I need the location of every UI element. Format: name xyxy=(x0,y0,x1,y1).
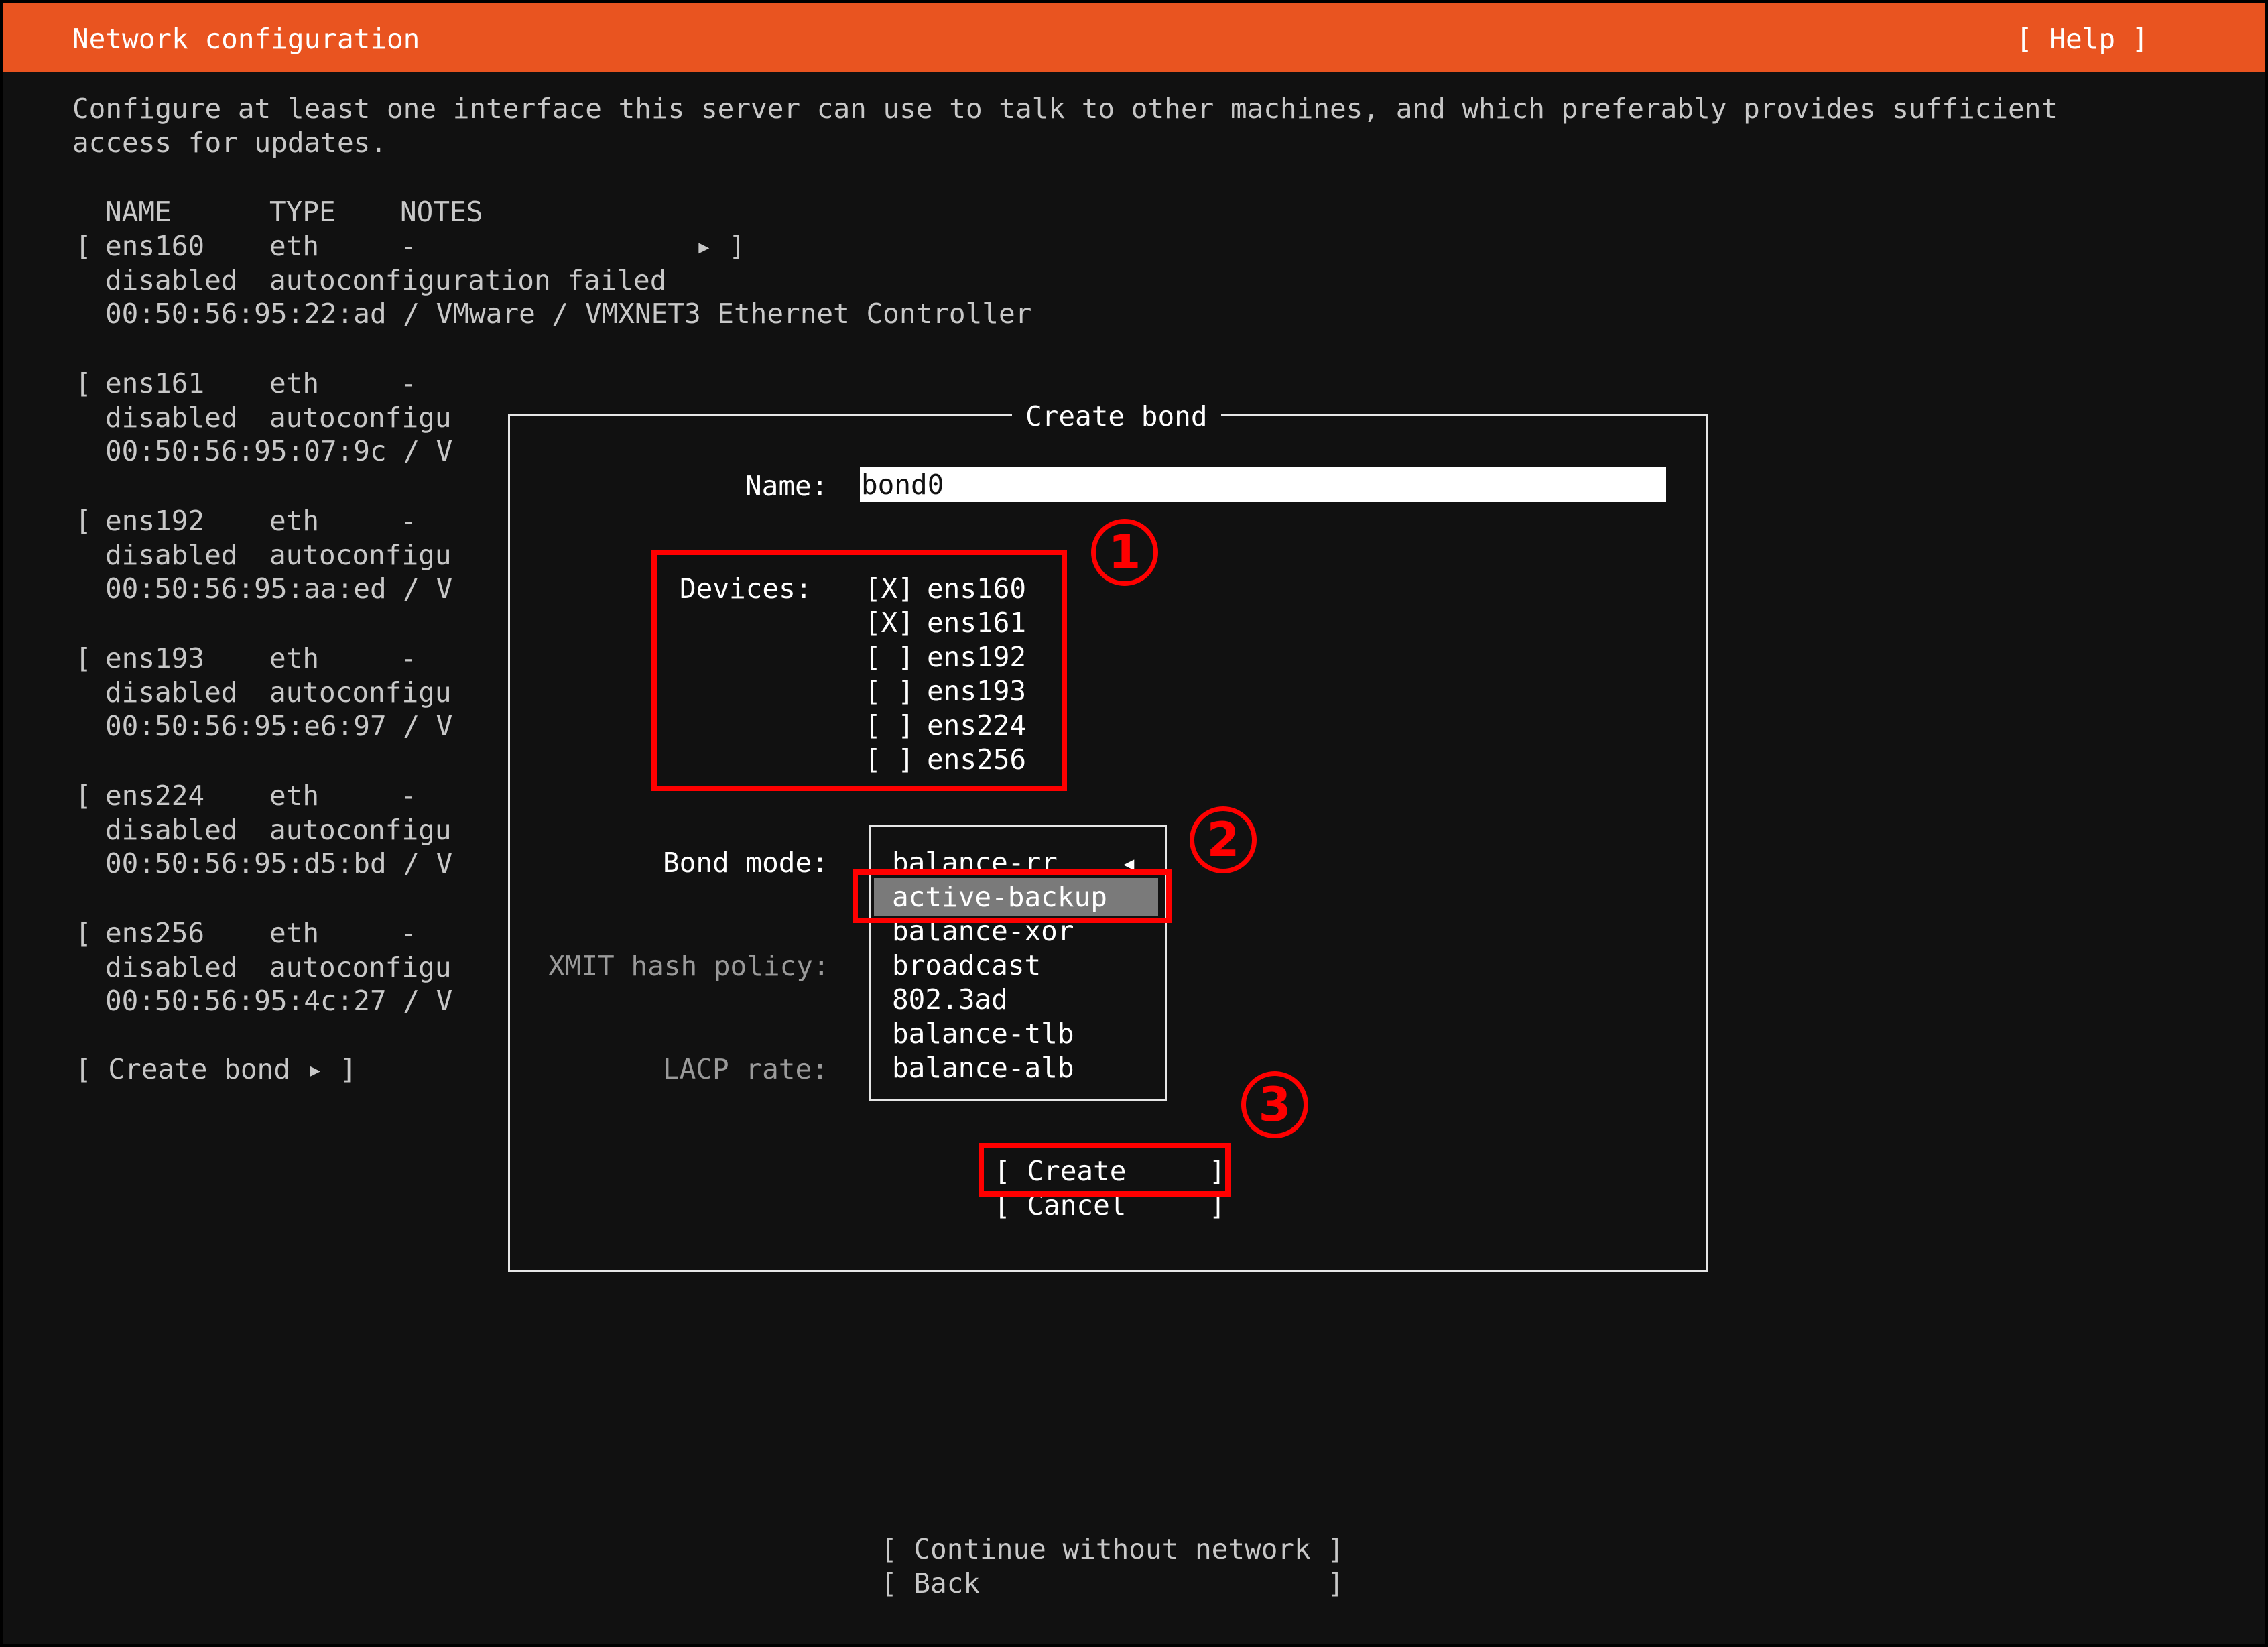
interface-type: eth xyxy=(269,642,320,674)
interface-mac: 00:50:56:95:07:9c / V xyxy=(105,435,453,467)
interface-notes: - xyxy=(400,917,417,949)
interface-notes: - xyxy=(400,367,417,400)
interface-mac: 00:50:56:95:d5:bd / V xyxy=(105,847,453,879)
interface-name: ens256 xyxy=(105,917,205,949)
dropdown-option-balance-alb[interactable]: balance-alb xyxy=(892,1051,1074,1085)
interface-state: disabled xyxy=(105,402,238,434)
callout-2-icon: 2 xyxy=(1190,806,1257,873)
bond-mode-label: Bond mode: xyxy=(663,847,828,879)
interface-status: autoconfigu xyxy=(269,676,452,709)
row-bracket: [ xyxy=(75,230,92,262)
interface-state: disabled xyxy=(105,676,238,709)
create-bond-button[interactable]: [ Create bond ▸ ] xyxy=(75,1052,357,1087)
interface-state: disabled xyxy=(105,264,238,296)
column-header-type: TYPE xyxy=(269,196,336,228)
continue-without-network-button[interactable]: [ Continue without network ] xyxy=(881,1532,1344,1567)
lacp-rate-label: LACP rate: xyxy=(663,1053,828,1085)
interface-status: autoconfigu xyxy=(269,402,452,434)
row-bracket: [ xyxy=(75,367,92,400)
column-header-notes: NOTES xyxy=(400,196,483,228)
callout-1-icon: 1 xyxy=(1091,519,1158,586)
row-bracket: [ xyxy=(75,780,92,812)
interface-type: eth xyxy=(269,505,320,537)
dropdown-option-802-3ad[interactable]: 802.3ad xyxy=(892,983,1008,1017)
callout-3-icon: 3 xyxy=(1241,1071,1308,1138)
interface-mac: 00:50:56:95:22:ad / VMware / VMXNET3 Eth… xyxy=(105,298,1032,330)
column-header-name: NAME xyxy=(105,196,172,228)
help-button[interactable]: [ Help ] xyxy=(2016,22,2148,56)
interface-status: autoconfigu xyxy=(269,951,452,983)
dialog-title: Create bond xyxy=(1012,400,1221,434)
row-bracket: [ xyxy=(75,917,92,949)
back-button[interactable]: [ Back ] xyxy=(881,1567,1344,1601)
interface-type: eth xyxy=(269,917,320,949)
annotation-box-create xyxy=(979,1143,1231,1197)
interface-name: ens193 xyxy=(105,642,205,674)
row-bracket: [ xyxy=(75,642,92,674)
interface-notes: - xyxy=(400,505,417,537)
dropdown-option-balance-tlb[interactable]: balance-tlb xyxy=(892,1017,1074,1051)
row-menu-arrow-icon[interactable]: ▸ ] xyxy=(696,229,745,263)
interface-state: disabled xyxy=(105,814,238,846)
interface-state: disabled xyxy=(105,539,238,571)
interface-status: autoconfiguration failed xyxy=(269,264,667,296)
interface-name: ens161 xyxy=(105,367,205,400)
intro-line-1: Configure at least one interface this se… xyxy=(72,93,2058,125)
row-bracket: [ xyxy=(75,505,92,537)
dropdown-option-broadcast[interactable]: broadcast xyxy=(892,949,1041,983)
interface-mac: 00:50:56:95:aa:ed / V xyxy=(105,572,453,605)
interface-name: ens224 xyxy=(105,780,205,812)
interface-mac: 00:50:56:95:4c:27 / V xyxy=(105,985,453,1017)
interface-notes: - xyxy=(400,642,417,674)
interface-status: autoconfigu xyxy=(269,539,452,571)
page-title: Network configuration xyxy=(72,23,420,55)
interface-status: autoconfigu xyxy=(269,814,452,846)
interface-name: ens192 xyxy=(105,505,205,537)
interface-name: ens160 xyxy=(105,230,205,262)
interface-state: disabled xyxy=(105,951,238,983)
interface-notes: - xyxy=(400,230,417,262)
header-bar: Network configuration [ Help ] xyxy=(3,3,2265,72)
interface-notes: - xyxy=(400,780,417,812)
interface-type: eth xyxy=(269,780,320,812)
interface-mac: 00:50:56:95:e6:97 / V xyxy=(105,710,453,742)
annotation-box-devices xyxy=(651,550,1067,791)
xmit-hash-policy-label: XMIT hash policy: xyxy=(548,950,830,982)
intro-line-2: access for updates. xyxy=(72,127,387,159)
bond-name-input[interactable]: bond0 xyxy=(860,467,1666,502)
name-label: Name: xyxy=(745,470,828,502)
annotation-box-active-backup xyxy=(853,869,1172,923)
interface-type: eth xyxy=(269,367,320,400)
interface-type: eth xyxy=(269,230,320,262)
